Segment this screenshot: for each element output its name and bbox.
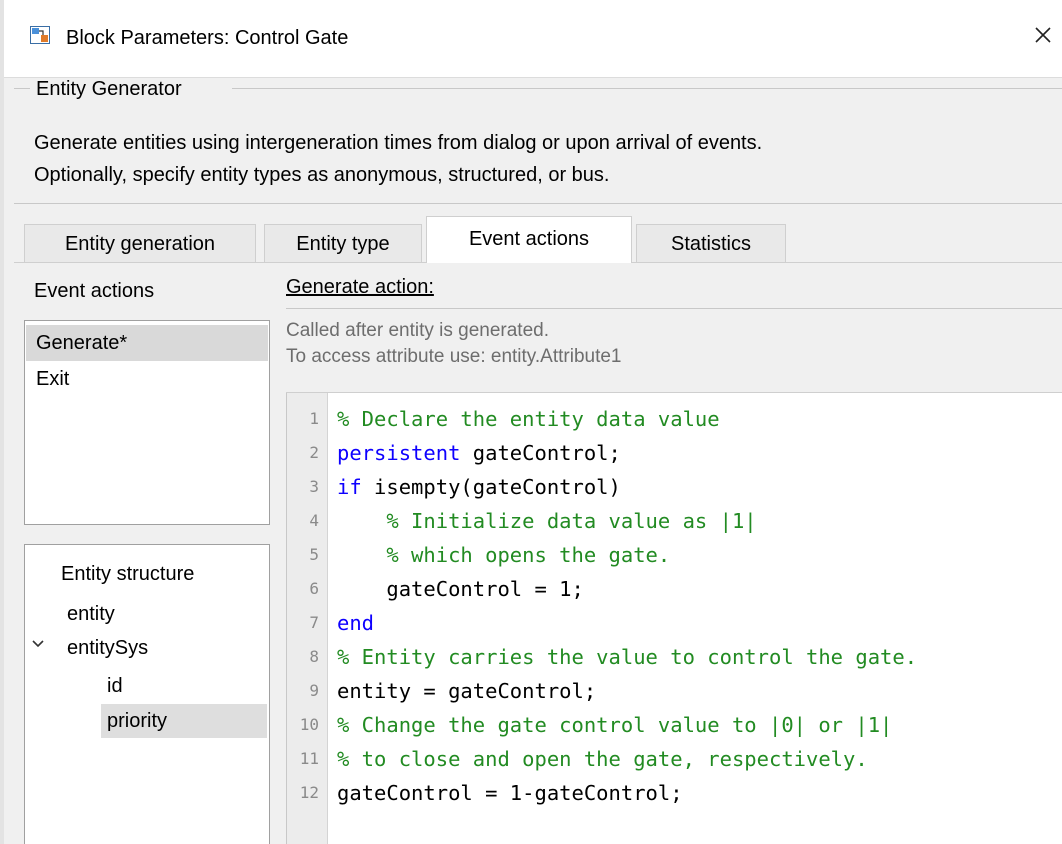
list-item-generate[interactable]: Generate* — [26, 325, 268, 361]
hint-line: To access attribute use: entity.Attribut… — [286, 346, 622, 367]
code-token: gateControl = 1; — [337, 577, 584, 601]
list-item-exit[interactable]: Exit — [26, 361, 268, 397]
code-comment: % Declare the entity data value — [337, 407, 720, 431]
code-text: gateControl = 1; — [337, 572, 584, 606]
event-actions-label: Event actions — [34, 280, 155, 302]
code-comment: % to close and open the gate, respective… — [337, 747, 868, 771]
group-bottom-border — [14, 203, 1062, 204]
tree-item-entity[interactable]: entity — [67, 597, 115, 631]
code-editor[interactable]: 1 % Declare the entity data value 2 persist… — [286, 393, 1062, 844]
code-comment: % Change the gate control value to |0| o… — [337, 713, 893, 737]
entity-structure-title: Entity structure — [61, 563, 195, 585]
code-comment: % Entity carries the value to control th… — [337, 645, 918, 669]
line-number: 8 — [309, 647, 319, 666]
line-number: 4 — [309, 511, 319, 530]
tree-item-priority[interactable]: priority — [101, 704, 267, 738]
tree-item-id[interactable]: id — [107, 669, 123, 703]
code-text: % which opens the gate. — [337, 538, 670, 572]
code-comment: % Initialize data value as |1| — [337, 509, 757, 533]
block-description: Generate entities using intergeneration … — [34, 127, 1044, 191]
line-number: 11 — [299, 749, 319, 768]
code-text: % Declare the entity data value — [337, 402, 720, 436]
code-text: end — [337, 606, 374, 640]
group-border-right — [232, 88, 1062, 89]
code-text: % Change the gate control value to |0| o… — [337, 708, 892, 742]
code-text: entity = gateControl; — [337, 674, 596, 708]
line-number: 9 — [309, 681, 319, 700]
window-left-border — [0, 0, 4, 844]
close-icon[interactable] — [1028, 20, 1058, 50]
code-text: % Entity carries the value to control th… — [337, 640, 917, 674]
line-number: 6 — [309, 579, 319, 598]
code-token: entity = gateControl; — [337, 679, 597, 703]
code-text: persistent gateControl; — [337, 436, 621, 470]
code-keyword: if — [337, 475, 362, 499]
group-title: Entity Generator — [34, 78, 184, 101]
code-keyword: persistent — [337, 441, 461, 465]
group-border-left — [14, 88, 30, 89]
generate-action-heading: Generate action: — [286, 276, 434, 298]
tab-statistics[interactable]: Statistics — [636, 224, 786, 262]
section-divider — [286, 308, 1062, 309]
code-text: % to close and open the gate, respective… — [337, 742, 868, 776]
title-bar: Block Parameters: Control Gate — [4, 0, 1062, 78]
code-comment: % which opens the gate. — [337, 543, 671, 567]
code-text: gateControl = 1-gateControl; — [337, 776, 683, 810]
code-token: gateControl = 1-gateControl; — [337, 781, 683, 805]
line-number: 7 — [309, 613, 319, 632]
code-token: isempty(gateControl) — [361, 475, 621, 499]
line-number: 1 — [309, 409, 319, 428]
window-title: Block Parameters: Control Gate — [66, 27, 349, 49]
code-text: if isempty(gateControl) — [337, 470, 621, 504]
line-number: 2 — [309, 443, 319, 462]
tab-event-actions[interactable]: Event actions — [426, 216, 632, 263]
description-line: Generate entities using intergeneration … — [34, 132, 763, 154]
code-text: % Initialize data value as |1| — [337, 504, 757, 538]
tab-entity-generation[interactable]: Entity generation — [24, 224, 256, 262]
hint-line: Called after entity is generated. — [286, 320, 549, 341]
line-number: 12 — [299, 783, 319, 802]
tab-entity-type[interactable]: Entity type — [264, 224, 422, 262]
entity-structure-panel: Entity structure entity entitySys id pri… — [24, 544, 270, 844]
code-token: gateControl; — [460, 441, 621, 465]
generate-action-hint: Called after entity is generated. To acc… — [286, 318, 622, 370]
chevron-down-icon[interactable] — [31, 637, 45, 651]
event-actions-list[interactable]: Generate* Exit — [24, 320, 270, 525]
description-line: Optionally, specify entity types as anon… — [34, 164, 610, 186]
line-number: 5 — [309, 545, 319, 564]
line-number: 3 — [309, 477, 319, 496]
line-number: 10 — [299, 715, 319, 734]
code-keyword: end — [337, 611, 375, 635]
tree-item-entitysys[interactable]: entitySys — [67, 631, 148, 665]
simulink-block-icon — [30, 26, 50, 44]
